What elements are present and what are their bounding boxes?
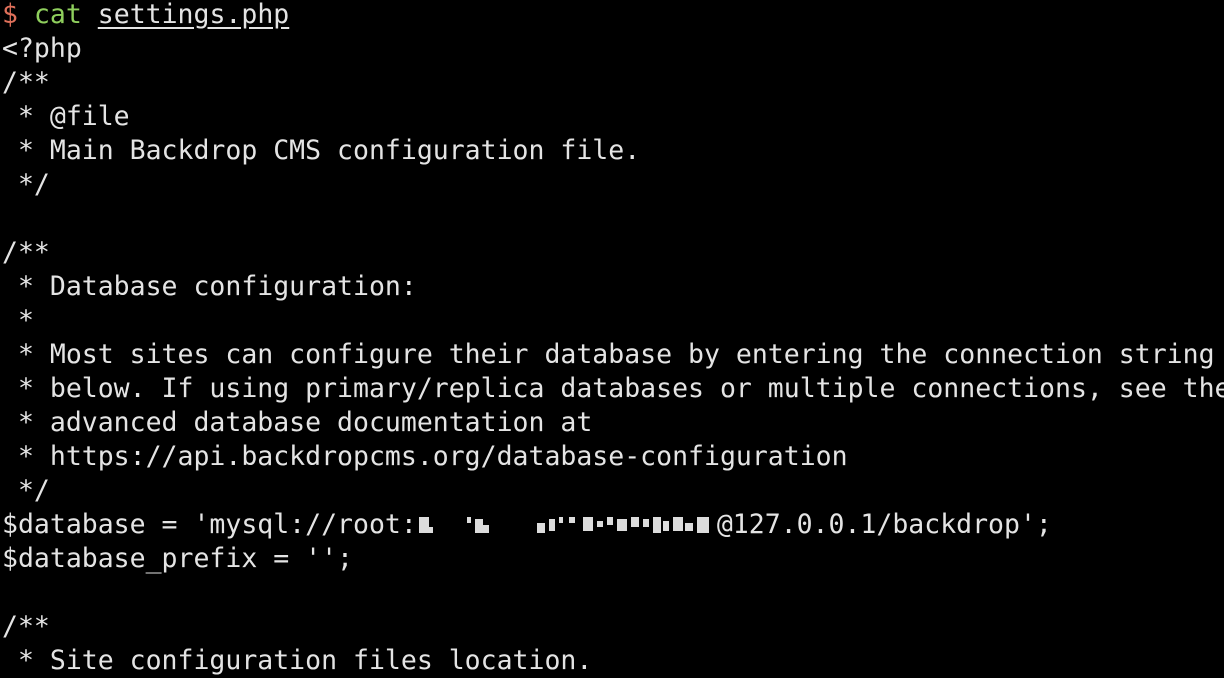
- output-line: *: [2, 305, 34, 336]
- output-line: * Site configuration files location.: [2, 645, 593, 676]
- output-line: * @file: [2, 101, 130, 132]
- prompt-symbol: $: [2, 0, 18, 30]
- database-string-suffix: @127.0.0.1/backdrop';: [716, 509, 1052, 540]
- output-line: /**: [2, 67, 50, 98]
- output-line: /**: [2, 237, 50, 268]
- output-line: */: [2, 169, 50, 200]
- output-line: * below. If using primary/replica databa…: [2, 373, 1224, 404]
- database-string-prefix: $database = 'mysql://root:: [2, 509, 417, 540]
- output-line: /**: [2, 611, 50, 642]
- output-line: * Most sites can configure their databas…: [2, 339, 1215, 370]
- output-line: * https://api.backdropcms.org/database-c…: [2, 441, 848, 472]
- redacted-password-block: [417, 515, 717, 537]
- terminal-output: $ cat settings.php <?php /** * @file * M…: [2, 0, 1224, 678]
- output-line: * advanced database documentation at: [2, 407, 593, 438]
- command-file-argument[interactable]: settings.php: [98, 0, 289, 30]
- output-line: $database_prefix = '';: [2, 543, 353, 574]
- terminal-window[interactable]: $ cat settings.php <?php /** * @file * M…: [0, 0, 1224, 678]
- output-line: */: [2, 475, 50, 506]
- output-line: <?php: [2, 33, 82, 64]
- command-name: cat: [33, 0, 82, 30]
- output-line: * Database configuration:: [2, 271, 417, 302]
- database-config-line: $database = 'mysql://root: @127.0.0.1/ba…: [2, 510, 1224, 544]
- command-prompt-line: $ cat settings.php: [2, 0, 1224, 34]
- output-line: * Main Backdrop CMS configuration file.: [2, 135, 641, 166]
